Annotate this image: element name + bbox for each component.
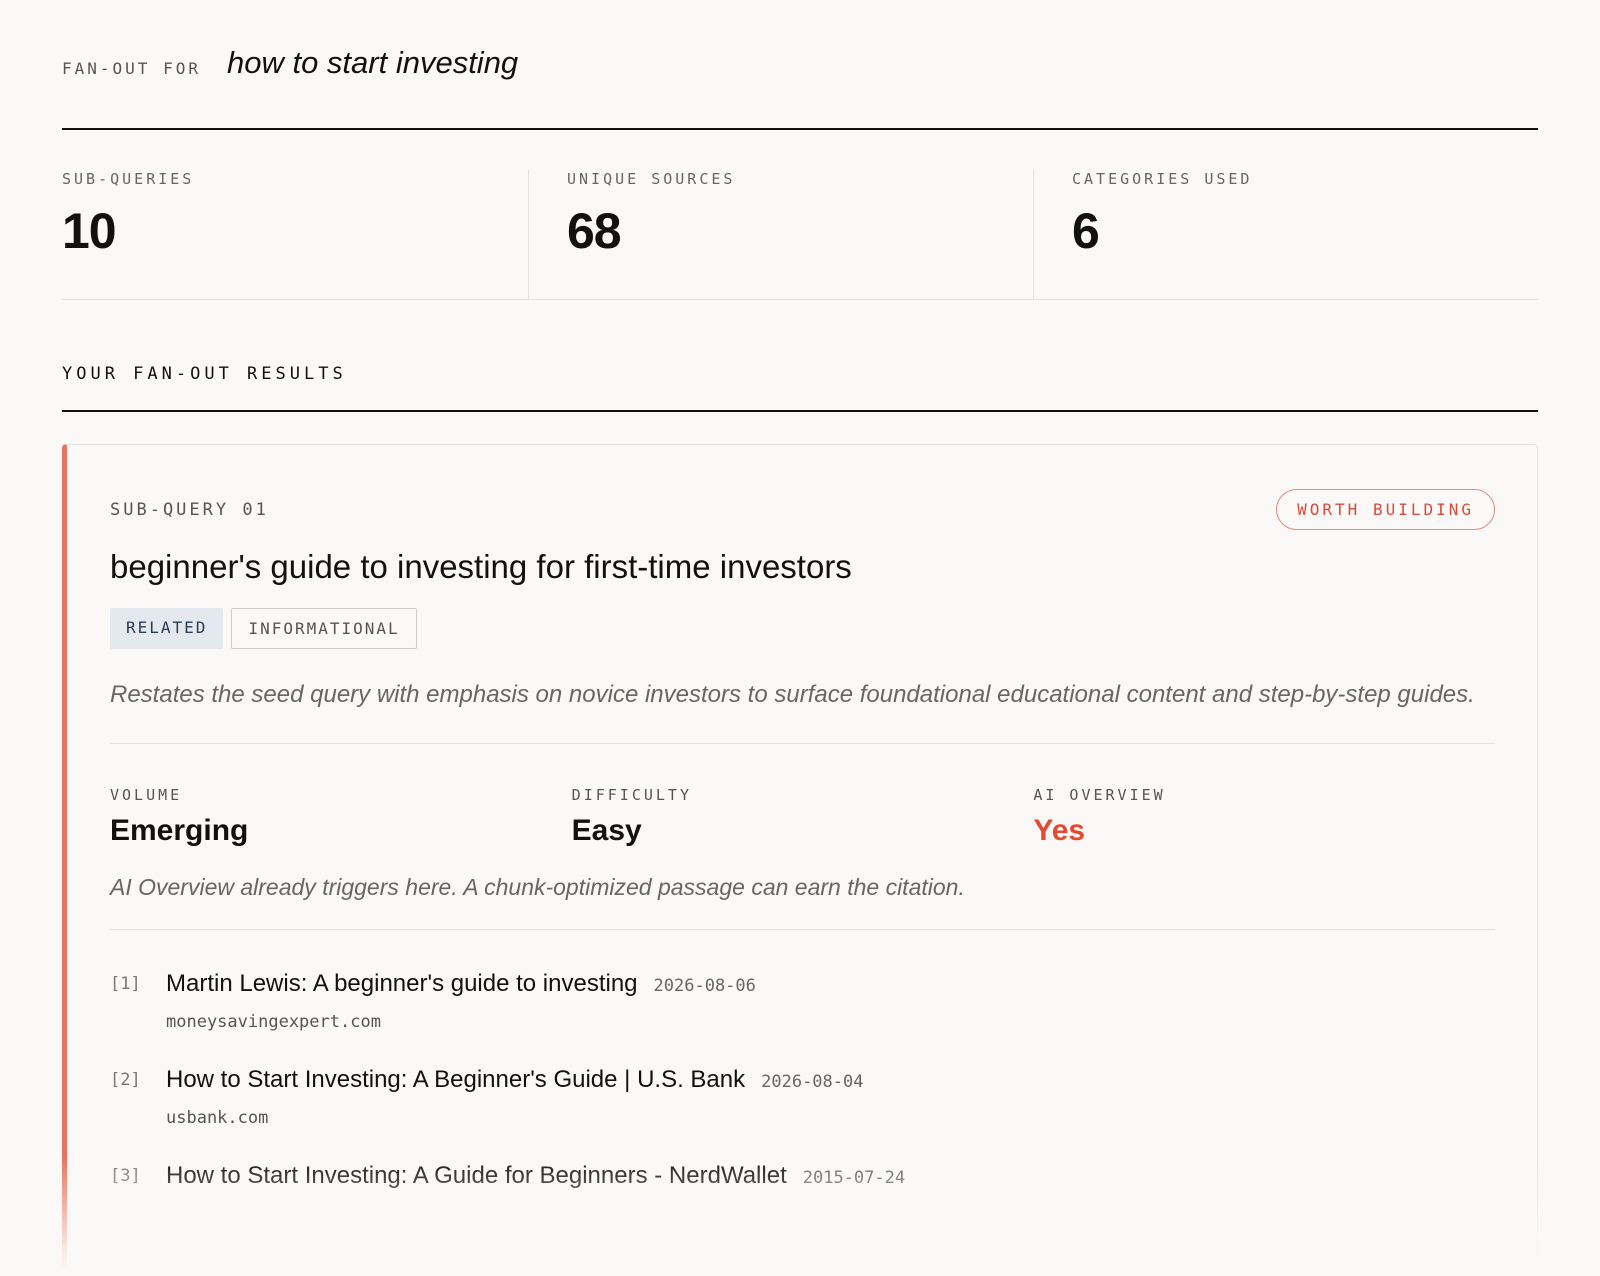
source-item[interactable]: [2] How to Start Investing: A Beginner's… [110,1066,1495,1128]
source-date: 2026-08-06 [653,976,756,996]
source-date: 2015-07-24 [802,1168,906,1188]
stat-categories-used: CATEGORIES USED 6 [1033,170,1538,299]
stat-label: CATEGORIES USED [1072,170,1253,188]
metrics-row: VOLUME Emerging DIFFICULTY Easy AI OVERV… [110,786,1495,848]
sub-query-description: Restates the seed query with emphasis on… [110,675,1495,744]
metric-difficulty: DIFFICULTY Easy [572,786,1034,848]
sub-query-card[interactable]: SUB-QUERY 01 WORTH BUILDING beginner's g… [62,444,1538,1274]
metric-ai-overview: AI OVERVIEW Yes [1033,786,1495,848]
stat-sub-queries: SUB-QUERIES 10 [62,170,528,299]
metric-value: Yes [1033,814,1086,847]
source-date: 2026-08-04 [761,1072,864,1092]
metric-label: DIFFICULTY [571,786,692,804]
page: FAN-OUT FOR how to start investing SUB-Q… [0,0,1600,1276]
source-title-link[interactable]: Martin Lewis: A beginner's guide to inve… [166,970,638,998]
source-index: [2] [110,1070,141,1090]
source-item[interactable]: [1] Martin Lewis: A beginner's guide to … [110,970,1495,1032]
sub-query-number: SUB-QUERY 01 [110,499,269,520]
card-header: SUB-QUERY 01 WORTH BUILDING [110,489,1495,530]
stat-label: UNIQUE SOURCES [567,170,736,188]
source-title-link[interactable]: How to Start Investing: A Guide for Begi… [166,1162,787,1190]
results-heading: YOUR FAN-OUT RESULTS [62,364,1538,412]
sub-query-title: beginner's guide to investing for first-… [110,548,852,585]
source-index: [3] [110,1166,141,1186]
tag-list: RELATED INFORMATIONAL [110,608,1495,649]
stat-value: 10 [62,203,117,259]
stat-value: 6 [1072,203,1100,259]
source-list: [1] Martin Lewis: A beginner's guide to … [110,970,1495,1190]
metric-label: VOLUME [110,786,183,804]
source-index: [1] [110,974,141,994]
ai-overview-note: AI Overview already triggers here. A chu… [110,874,1495,930]
metric-volume: VOLUME Emerging [110,786,572,848]
metric-value: Easy [571,814,642,847]
metric-value: Emerging [110,814,249,847]
fan-out-label: FAN-OUT FOR [62,59,201,78]
source-domain: usbank.com [166,1108,269,1128]
tag-informational: INFORMATIONAL [231,608,417,649]
stats-row: SUB-QUERIES 10 UNIQUE SOURCES 68 CATEGOR… [62,130,1538,300]
source-item[interactable]: [3] How to Start Investing: A Guide for … [110,1162,1495,1190]
seed-query: how to start investing [226,45,519,80]
stat-unique-sources: UNIQUE SOURCES 68 [528,170,1033,299]
header: FAN-OUT FOR how to start investing [62,0,1538,130]
stat-label: SUB-QUERIES [62,170,195,188]
metric-label: AI OVERVIEW [1033,786,1166,804]
source-domain: moneysavingexpert.com [166,1012,381,1032]
worth-building-badge: WORTH BUILDING [1276,489,1495,530]
stat-value: 68 [567,203,622,259]
source-title-link[interactable]: How to Start Investing: A Beginner's Gui… [166,1066,745,1094]
tag-related: RELATED [110,608,224,649]
